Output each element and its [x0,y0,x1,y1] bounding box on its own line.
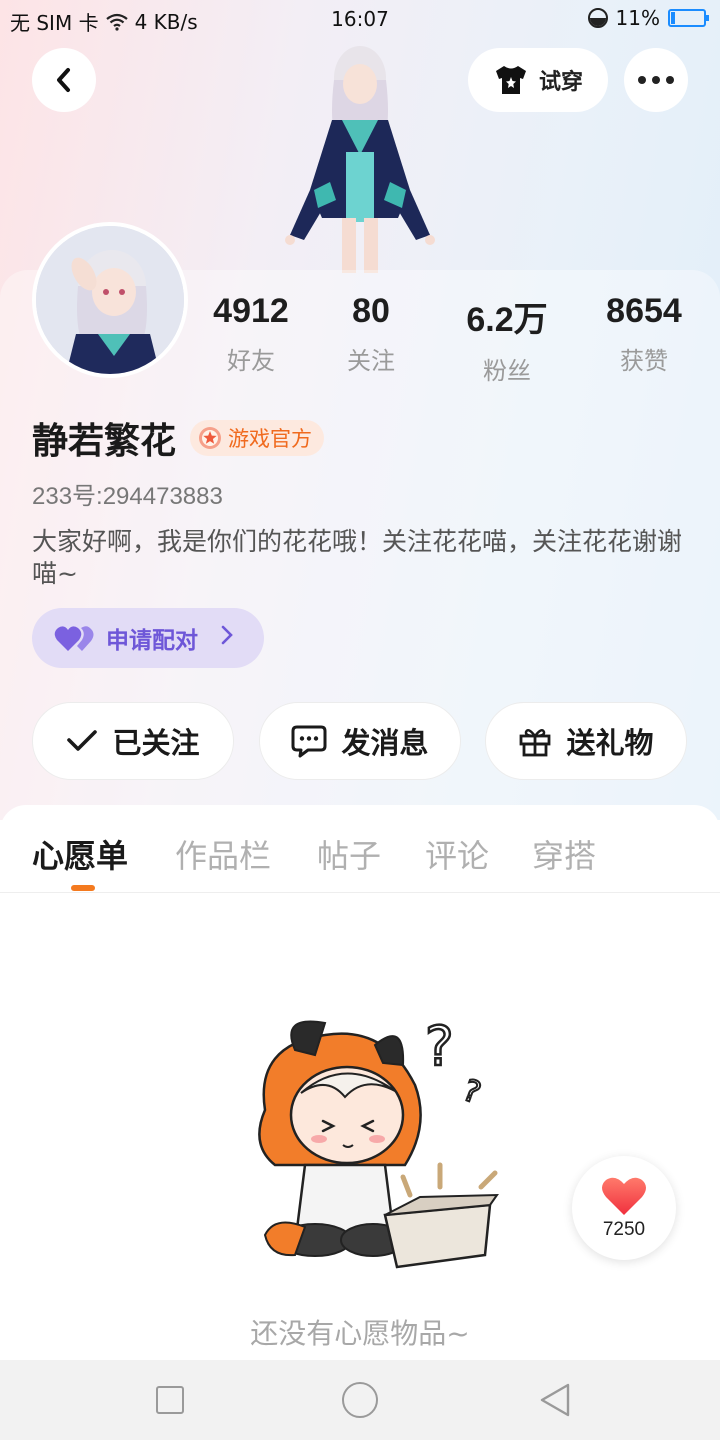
profile-bio: 大家好啊，我是你们的花花哦！关注花花喵，关注花花谢谢喵~ [32,527,683,588]
tab-bar: 心愿单 作品栏 帖子 评论 穿搭 [0,805,720,893]
followed-label: 已关注 [112,726,200,760]
message-label: 发消息 [341,726,429,760]
chevron-right-icon [220,624,234,652]
status-bar: 无 SIM 卡 4 KB/s 16:07 11% [0,0,720,38]
back-triangle-icon[interactable] [538,1382,572,1418]
tab-works[interactable]: 作品栏 [175,831,271,877]
tab-wishlist[interactable]: 心愿单 [32,831,128,877]
chevron-left-icon [57,68,70,92]
badge-label: 游戏官方 [228,427,313,451]
stat-value: 4912 [213,292,289,330]
tab-outfits[interactable]: 穿搭 [532,831,596,877]
svg-text:?: ? [458,1073,485,1111]
stat-label: 粉丝 [483,357,531,385]
avatar[interactable] [32,222,188,378]
svg-text:?: ? [425,1015,454,1078]
match-label: 申请配对 [106,628,198,654]
stat-label: 好友 [227,347,275,375]
flower-star-icon [199,427,222,449]
avatar-illustration [36,226,184,374]
system-nav-bar [0,1360,720,1440]
recents-button[interactable] [156,1386,184,1414]
apply-match-button[interactable]: 申请配对 [32,608,264,668]
like-count: 7250 [602,1219,646,1240]
battery-icon [668,9,709,27]
chat-bubble-icon [291,725,327,758]
gift-icon [520,729,551,757]
send-gift-button[interactable]: 送礼物 [485,702,687,780]
tab-comments[interactable]: 评论 [425,831,489,877]
heart-icon [602,1177,646,1215]
moon-icon [587,8,608,28]
stat-fans[interactable]: 6.2万 粉丝 [442,292,572,386]
tab-indicator [71,885,95,891]
name-row: 静若繁花 游戏官方 [32,412,325,464]
empty-state-text: 还没有心愿物品~ [250,1317,470,1350]
more-button[interactable] [624,48,688,112]
profile-name: 静若繁花 [32,421,177,462]
stat-likes[interactable]: 8654 获赞 [579,292,709,376]
stat-friends[interactable]: 4912 好友 [186,292,316,376]
official-badge: 游戏官方 [190,420,325,456]
stat-label: 关注 [347,347,395,375]
tab-posts[interactable]: 帖子 [317,831,381,877]
try-on-button[interactable]: 试穿 [468,48,608,112]
like-button[interactable]: 7250 [572,1156,676,1260]
back-button[interactable] [32,48,96,112]
user-id: 233号:294473883 [32,483,223,510]
more-dots-icon [638,76,674,84]
stat-label: 获赞 [620,347,668,375]
followed-button[interactable]: 已关注 [32,702,234,780]
stats-row: 4912 好友 80 关注 6.2万 粉丝 8654 获赞 [190,292,720,385]
empty-mascot-illustration: ? ? [258,1014,499,1269]
battery-percent: 11% [615,6,660,30]
try-on-label: 试穿 [538,70,583,95]
stat-value: 8654 [606,292,682,330]
stat-following[interactable]: 80 关注 [306,292,436,376]
send-message-button[interactable]: 发消息 [259,702,461,780]
tshirt-icon [495,66,526,94]
character-avatar-3d [285,46,435,273]
gift-label: 送礼物 [566,726,654,760]
stat-value: 6.2万 [466,301,548,339]
double-heart-icon [54,626,94,651]
check-icon [67,730,98,751]
stat-value: 80 [352,292,390,330]
home-button[interactable] [342,1382,378,1418]
